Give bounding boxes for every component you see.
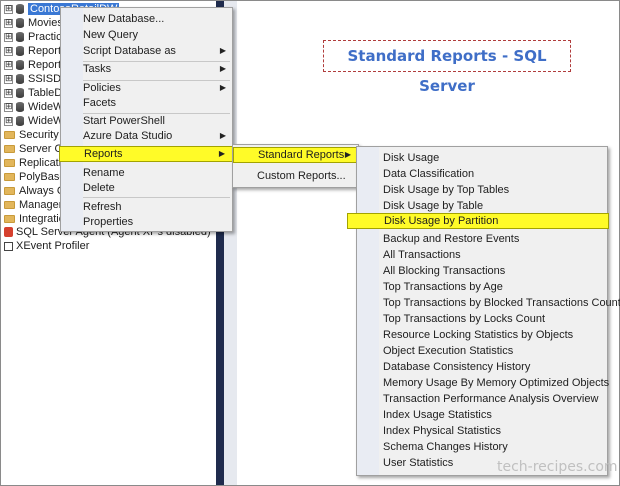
submenu-arrow-icon: ▶ xyxy=(219,64,226,73)
menu-item-top-transactions-by-age[interactable]: Top Transactions by Age xyxy=(357,279,607,295)
expand-icon[interactable]: ⊞ xyxy=(4,46,13,56)
menu-item-reports[interactable]: Reports ▶ xyxy=(59,146,234,162)
expand-icon[interactable]: ⊞ xyxy=(4,60,13,70)
expand-icon[interactable]: ⊞ xyxy=(4,18,13,28)
menu-item-transaction-performance-analysis[interactable]: Transaction Performance Analysis Overvie… xyxy=(357,391,607,407)
menu-item-data-classification[interactable]: Data Classification xyxy=(357,166,607,182)
tree-item-polybase[interactable]: PolyBase xyxy=(4,170,65,184)
page-title: Standard Reports - SQL Server xyxy=(323,40,571,95)
tree-item-security[interactable]: Security xyxy=(4,128,59,142)
database-icon xyxy=(16,60,24,71)
folder-icon xyxy=(4,201,15,210)
folder-icon xyxy=(4,159,15,168)
expand-icon[interactable]: ⊞ xyxy=(4,116,13,126)
folder-icon xyxy=(4,215,15,224)
expand-icon[interactable]: ⊞ xyxy=(4,74,13,84)
menu-item-custom-reports[interactable]: Custom Reports... xyxy=(233,168,358,184)
menu-item-object-execution-statistics[interactable]: Object Execution Statistics xyxy=(357,343,607,359)
database-icon xyxy=(16,116,24,127)
tree-item-label: WideW xyxy=(28,101,64,113)
menu-item-database-consistency-history[interactable]: Database Consistency History xyxy=(357,359,607,375)
tree-item-database[interactable]: ⊞ WideW xyxy=(4,100,63,114)
menu-item-standard-reports[interactable]: Standard Reports ▶ xyxy=(233,147,358,163)
folder-icon xyxy=(4,187,15,196)
menu-separator xyxy=(83,197,230,198)
tree-item-label: PolyBase xyxy=(19,171,66,183)
tree-item-database[interactable]: ⊞ WideW xyxy=(4,114,63,128)
menu-item-resource-locking-statistics[interactable]: Resource Locking Statistics by Objects xyxy=(357,327,607,343)
menu-item-index-physical-statistics[interactable]: Index Physical Statistics xyxy=(357,423,607,439)
tree-item-label: WideW xyxy=(28,115,64,127)
folder-icon xyxy=(4,145,15,154)
submenu-arrow-icon: ▶ xyxy=(218,149,225,158)
menu-item-disk-usage[interactable]: Disk Usage xyxy=(357,150,607,166)
tree-item-database[interactable]: ⊞ ReportS xyxy=(4,58,68,72)
folder-icon xyxy=(4,131,15,140)
menu-item-facets[interactable]: Facets xyxy=(61,95,232,111)
menu-item-disk-usage-by-table[interactable]: Disk Usage by Table xyxy=(357,198,607,214)
menu-item-disk-usage-by-partition[interactable]: Disk Usage by Partition xyxy=(347,213,609,229)
database-icon xyxy=(16,32,24,43)
menu-item-index-usage-statistics[interactable]: Index Usage Statistics xyxy=(357,407,607,423)
tree-item-xevent-profiler[interactable]: XEvent Profiler xyxy=(4,239,89,253)
database-icon xyxy=(16,102,24,113)
database-icon xyxy=(16,4,24,15)
database-icon xyxy=(16,18,24,29)
tree-item-database[interactable]: ⊞ SSISDB xyxy=(4,72,68,86)
menu-item-rename[interactable]: Rename xyxy=(61,165,232,181)
database-icon xyxy=(16,88,24,99)
expand-icon[interactable]: ⊞ xyxy=(4,88,13,98)
expand-icon[interactable]: ⊞ xyxy=(4,4,13,14)
menu-item-properties[interactable]: Properties xyxy=(61,214,232,230)
menu-item-script-database-as[interactable]: Script Database as ▶ xyxy=(61,43,232,59)
submenu-arrow-icon: ▶ xyxy=(219,131,226,140)
watermark: tech-recipes.com xyxy=(497,459,618,475)
xevent-profiler-icon xyxy=(4,241,13,251)
submenu-arrow-icon: ▶ xyxy=(344,150,351,159)
folder-icon xyxy=(4,173,15,182)
tree-item-label: Security xyxy=(19,129,59,141)
menu-item-new-database[interactable]: New Database... xyxy=(61,11,232,27)
tree-item-database[interactable]: ⊞ TableDi xyxy=(4,86,65,100)
tree-item-database[interactable]: ⊞ Practice xyxy=(4,30,68,44)
context-menu: New Database... New Query Script Databas… xyxy=(59,7,234,232)
menu-item-backup-restore-events[interactable]: Backup and Restore Events xyxy=(357,231,607,247)
menu-item-delete[interactable]: Delete xyxy=(61,180,232,196)
tree-item-label: Movies xyxy=(28,17,63,29)
menu-item-top-transactions-blocked-count[interactable]: Top Transactions by Blocked Transactions… xyxy=(357,295,620,311)
menu-item-disk-usage-top-tables[interactable]: Disk Usage by Top Tables xyxy=(357,182,607,198)
expand-icon[interactable]: ⊞ xyxy=(4,102,13,112)
expand-icon[interactable]: ⊞ xyxy=(4,32,13,42)
database-icon xyxy=(16,46,24,57)
menu-item-memory-usage-optimized-objects[interactable]: Memory Usage By Memory Optimized Objects xyxy=(357,375,609,391)
tree-item-label: XEvent Profiler xyxy=(16,240,90,252)
menu-item-all-transactions[interactable]: All Transactions xyxy=(357,247,607,263)
menu-item-tasks[interactable]: Tasks ▶ xyxy=(61,61,232,77)
standard-reports-submenu: Disk Usage Data Classification Disk Usag… xyxy=(347,146,620,476)
menu-item-azure-data-studio[interactable]: Azure Data Studio ▶ xyxy=(61,128,232,144)
menu-item-top-transactions-locks-count[interactable]: Top Transactions by Locks Count xyxy=(357,311,607,327)
menu-item-schema-changes-history[interactable]: Schema Changes History xyxy=(357,439,607,455)
sql-agent-icon xyxy=(4,227,13,238)
tree-item-database[interactable]: ⊞ Movies xyxy=(4,16,63,30)
menu-item-start-powershell[interactable]: Start PowerShell xyxy=(61,113,232,129)
reports-submenu: Standard Reports ▶ Custom Reports... xyxy=(232,144,359,188)
menu-item-policies[interactable]: Policies ▶ xyxy=(61,80,232,96)
tree-item-database[interactable]: ⊞ ReportS xyxy=(4,44,68,58)
database-icon xyxy=(16,74,24,85)
menu-item-all-blocking-transactions[interactable]: All Blocking Transactions xyxy=(357,263,607,279)
menu-item-refresh[interactable]: Refresh xyxy=(61,199,232,215)
submenu-arrow-icon: ▶ xyxy=(219,46,226,55)
submenu-arrow-icon: ▶ xyxy=(219,83,226,92)
menu-item-new-query[interactable]: New Query xyxy=(61,27,232,43)
